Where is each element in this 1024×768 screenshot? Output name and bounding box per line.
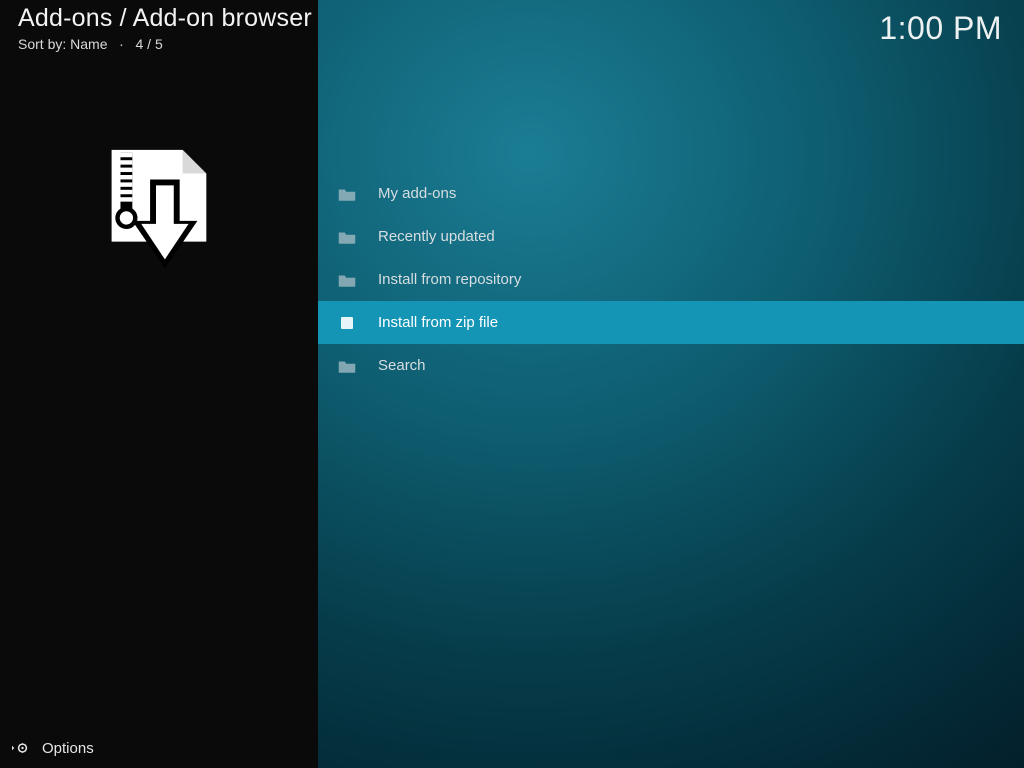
list-position: 4 / 5 bbox=[136, 36, 163, 52]
list-item-label: My add-ons bbox=[378, 185, 456, 202]
install-zip-icon bbox=[82, 138, 230, 286]
addon-list: My add-ons Recently updated Install from… bbox=[318, 172, 1024, 387]
sort-line: Sort by: Name · 4 / 5 bbox=[18, 36, 312, 52]
list-item-recently-updated[interactable]: Recently updated bbox=[318, 215, 1024, 258]
sort-separator: · bbox=[111, 36, 131, 52]
list-item-my-addons[interactable]: My add-ons bbox=[318, 172, 1024, 215]
sort-label: Sort by: Name bbox=[18, 36, 107, 52]
breadcrumb: Add-ons / Add-on browser bbox=[18, 4, 312, 33]
folder-icon bbox=[338, 359, 356, 373]
sidebar: Add-ons / Add-on browser Sort by: Name ·… bbox=[0, 0, 318, 768]
list-item-install-from-repository[interactable]: Install from repository bbox=[318, 258, 1024, 301]
list-item-label: Install from zip file bbox=[378, 314, 498, 331]
main-panel: 1:00 PM My add-ons Recently updated Inst… bbox=[318, 0, 1024, 768]
folder-icon bbox=[338, 187, 356, 201]
file-icon bbox=[338, 317, 356, 329]
folder-icon bbox=[338, 230, 356, 244]
header: Add-ons / Add-on browser Sort by: Name ·… bbox=[18, 4, 312, 52]
list-item-install-from-zip[interactable]: Install from zip file bbox=[318, 301, 1024, 344]
options-label: Options bbox=[42, 740, 94, 757]
list-item-label: Install from repository bbox=[378, 271, 521, 288]
options-button[interactable]: Options bbox=[0, 728, 318, 768]
clock: 1:00 PM bbox=[879, 10, 1002, 47]
folder-icon bbox=[338, 273, 356, 287]
list-item-label: Recently updated bbox=[378, 228, 495, 245]
list-item-search[interactable]: Search bbox=[318, 344, 1024, 387]
list-item-label: Search bbox=[378, 357, 426, 374]
options-icon bbox=[12, 741, 30, 755]
